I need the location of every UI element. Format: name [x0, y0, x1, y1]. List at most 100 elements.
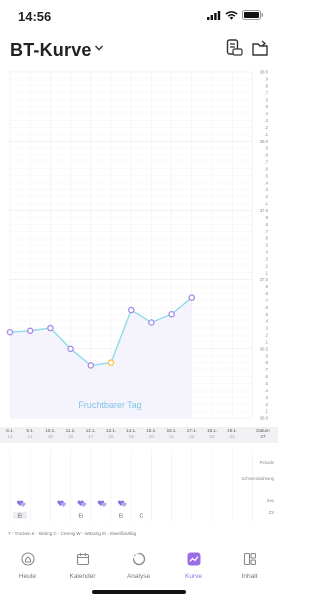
tab-label: Kurve — [185, 573, 202, 580]
y-tick-label: .4 — [265, 111, 269, 116]
data-point — [188, 294, 196, 301]
y-tick-label: .3 — [265, 256, 269, 261]
y-tick-label: .6 — [265, 166, 269, 171]
y-tick-label: 36.0 — [260, 416, 269, 421]
y-tick-label: .8 — [265, 222, 269, 227]
tab-label: Heute — [18, 573, 37, 580]
y-tick-label: .8 — [265, 153, 269, 158]
date-label: 15.1. 20 — [146, 428, 157, 439]
calendar-icon — [76, 553, 89, 566]
bbt-chart[interactable]: 38.5.9.8.7.6.5.4.3.2.1 38.0.9.8.7.6.5.4.3… — [0, 68, 278, 428]
y-tick-label: .9 — [265, 77, 269, 82]
fertile-day-label: Fruchtbarer Tag — [78, 400, 141, 410]
signal-icon — [207, 10, 221, 20]
share-icon[interactable] — [250, 38, 270, 58]
y-tick-label: 38.5 — [260, 70, 269, 75]
intercourse-icon — [101, 502, 107, 507]
y-tick-label: 37.0 — [260, 277, 269, 282]
date-label: 14.1. 19 — [126, 428, 137, 439]
y-tick-label: .7 — [265, 298, 269, 303]
y-tick-label: .9 — [265, 284, 269, 289]
data-point — [168, 310, 175, 318]
status-time: 14:56 — [18, 9, 52, 24]
date-bar: Datum 27 8.1. 13 9.1. 14 10.1. 15 11.1. 16 12.1.… — [0, 427, 278, 443]
export-pdf-icon[interactable] — [224, 38, 244, 58]
date-label: 8.1. 13 — [6, 428, 14, 439]
y-tick-label: .6 — [265, 374, 269, 379]
home-indicator — [92, 590, 186, 594]
y-tick-label: .9 — [265, 353, 269, 358]
page-title[interactable]: BT-Kurve — [10, 40, 92, 61]
header: BT-Kurve — [0, 34, 278, 68]
row-label: ZS — [269, 510, 275, 515]
mucus-legend: T - Trocken K - klebrig C - Cremig W - W… — [8, 531, 137, 536]
y-tick-label: .2 — [265, 402, 269, 407]
y-tick-label: .9 — [265, 215, 269, 220]
tab-heute[interactable]: Heute — [0, 552, 55, 580]
mucus-marker: Ei — [119, 514, 123, 520]
date-label: 18.1. 23 — [206, 428, 217, 439]
data-point — [127, 306, 135, 314]
y-tick-label: .7 — [265, 90, 269, 95]
data-point — [148, 319, 155, 326]
cycle-details-grid: Periode Schmerzwahrung Sex ZS Ei Ei Ei C — [0, 450, 278, 530]
y-tick-label: 37.5 — [260, 208, 269, 213]
data-point — [47, 324, 54, 332]
y-tick-label: 36.5 — [260, 346, 269, 351]
date-label: 19.1. 24 — [227, 428, 238, 439]
tab-kalender[interactable]: Kalender — [55, 552, 110, 580]
y-tick-label: .4 — [265, 388, 269, 393]
tab-analyse[interactable]: Analyse — [111, 552, 166, 580]
y-tick-label: .3 — [265, 326, 269, 331]
wifi-icon — [225, 10, 238, 20]
y-tick-label: .2 — [265, 263, 269, 268]
y-tick-label: .3 — [265, 395, 269, 400]
y-tick-label: .6 — [265, 236, 269, 241]
home-icon — [20, 552, 35, 566]
y-tick-label: .5 — [265, 312, 269, 317]
date-label: 17.1. 22 — [186, 428, 197, 439]
y-tick-label: 38.0 — [260, 139, 269, 144]
data-point — [87, 362, 95, 369]
tab-inhalt[interactable]: Inhalt — [222, 552, 277, 580]
data-point — [67, 345, 74, 353]
date-label: 10.1. 15 — [45, 428, 56, 439]
data-point — [26, 327, 34, 335]
analysis-icon — [132, 552, 145, 566]
y-tick-label: .7 — [265, 160, 269, 165]
date-label: 12.1. 17 — [85, 428, 96, 439]
status-bar: 14:56 — [0, 0, 278, 32]
y-tick-label: .4 — [265, 250, 269, 255]
date-header: Datum 27 — [256, 428, 270, 439]
y-tick-label: .2 — [265, 125, 269, 130]
date-label: 11.1. 16 — [65, 428, 76, 439]
chevron-down-icon[interactable] — [94, 44, 104, 52]
intercourse-icon — [81, 502, 87, 507]
tab-label: Kalender — [69, 573, 96, 580]
row-label: Schmerzwahrung — [241, 476, 274, 481]
y-tick-label: .5 — [265, 243, 269, 248]
y-tick-label: .1 — [265, 270, 269, 275]
content-icon — [243, 552, 256, 566]
intercourse-icon — [60, 502, 67, 507]
battery-icon — [242, 10, 264, 20]
mucus-marker: C — [139, 514, 143, 520]
y-tick-label: .7 — [265, 229, 269, 234]
y-tick-label: .5 — [265, 381, 269, 386]
y-tick-label: .1 — [265, 132, 269, 137]
y-tick-label: .3 — [265, 118, 269, 123]
status-icons — [207, 10, 264, 20]
y-tick-label: .6 — [265, 305, 269, 310]
curve-icon — [187, 552, 200, 566]
y-tick-label: .8 — [265, 291, 269, 296]
y-tick-label: .2 — [265, 333, 269, 338]
tab-kurve[interactable]: Kurve — [166, 552, 221, 580]
chart-svg: 38.5.9.8.7.6.5.4.3.2.138.0.9.8.7.6.5.4.3… — [6, 70, 269, 421]
y-tick-label: .8 — [265, 83, 269, 88]
y-tick-label: .4 — [265, 319, 269, 324]
y-tick-label: .9 — [265, 146, 269, 151]
y-tick-label: .5 — [265, 104, 269, 109]
intercourse-icon — [20, 502, 26, 507]
cycle-details-svg: Periode Schmerzwahrung Sex ZS Ei Ei Ei C — [9, 450, 275, 522]
data-point — [6, 328, 14, 336]
